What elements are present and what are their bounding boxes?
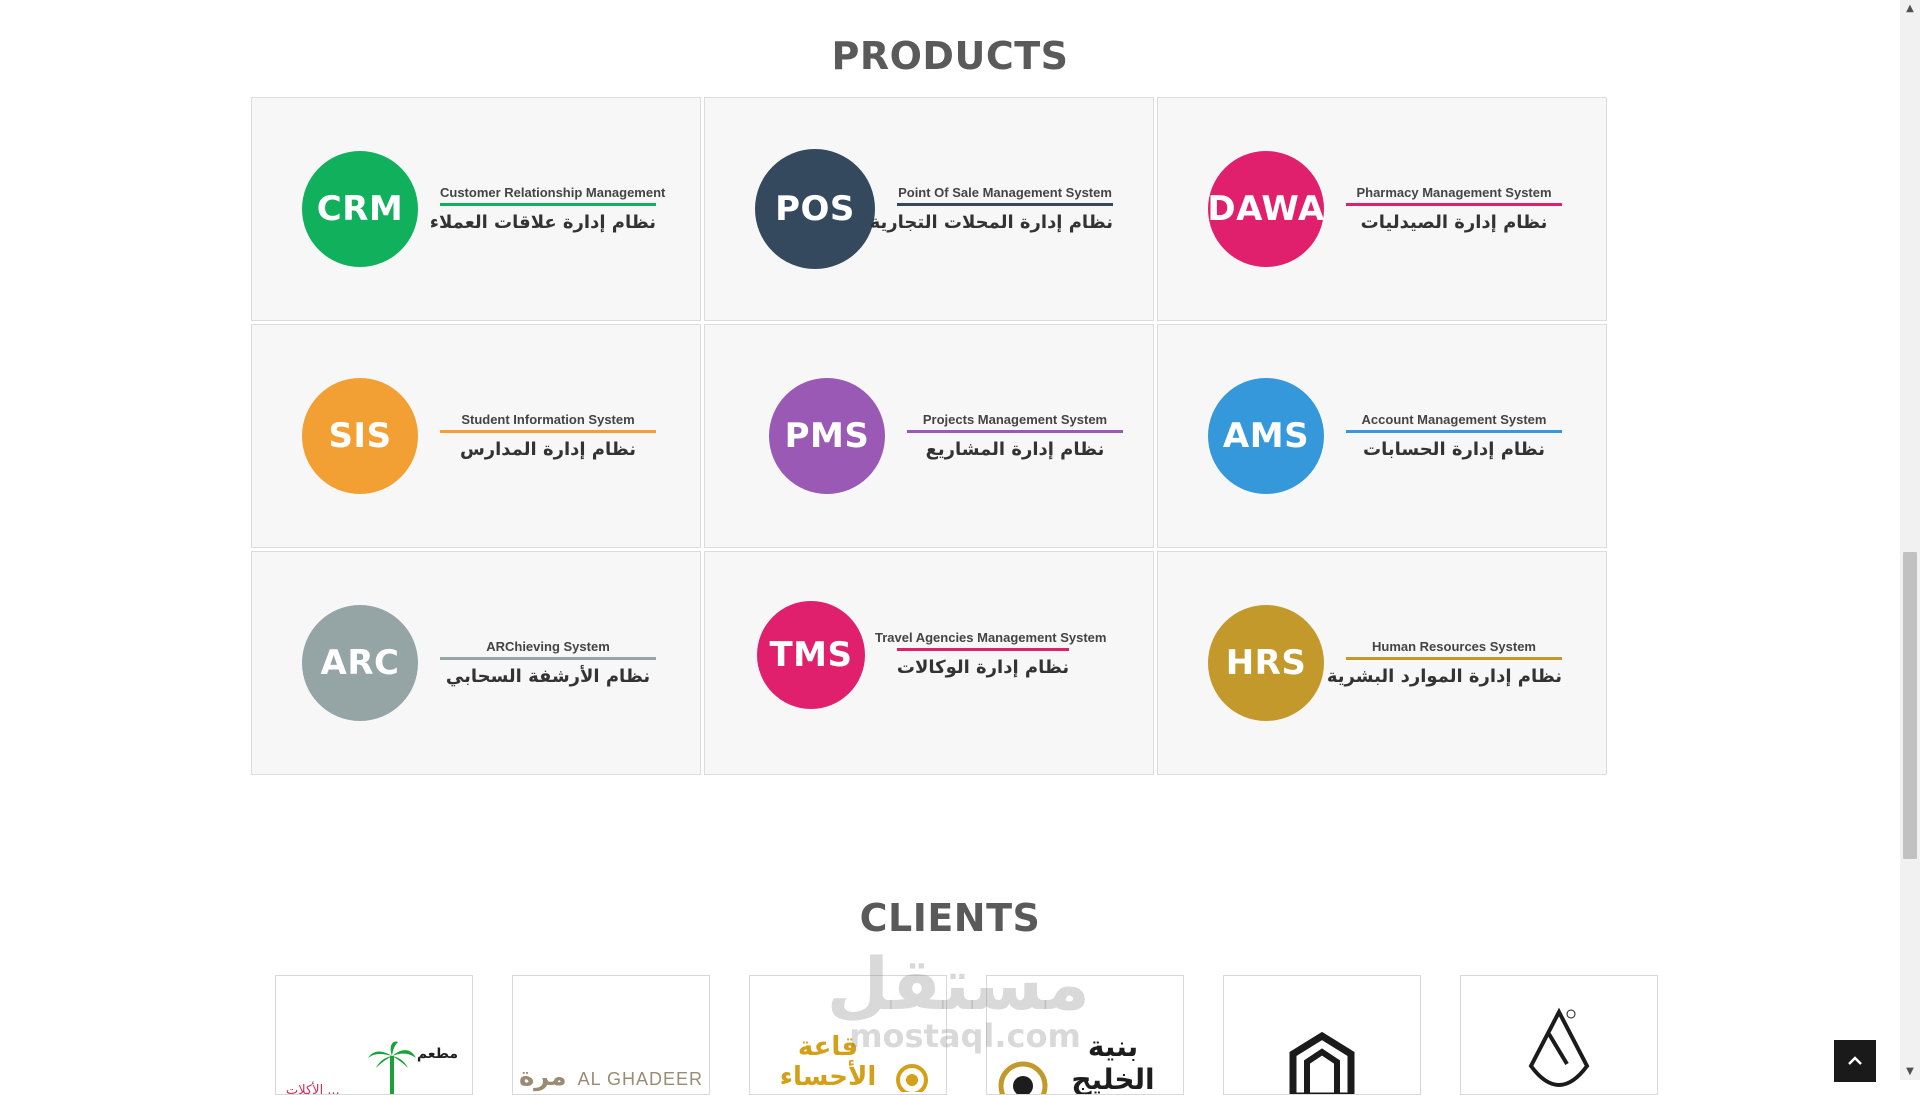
products-title: PRODUCTS xyxy=(831,34,1069,78)
product-card-ams[interactable]: AMS Account Management System نظام إدارة… xyxy=(1157,324,1607,548)
product-name-en: Student Information System xyxy=(461,412,635,427)
product-name-ar: نظام إدارة الوكالات xyxy=(896,657,1070,678)
product-name-ar: نظام إدارة الصيدليات xyxy=(1360,212,1548,233)
pos-logo-circle: POS xyxy=(755,149,875,269)
product-underline xyxy=(1346,203,1562,206)
palm-restaurant-logo: مطعم ... الأكلات xyxy=(276,1038,472,1095)
product-underline xyxy=(1346,657,1562,660)
al-ahsa-hall-name: قاعة الأحساء xyxy=(779,1032,877,1092)
product-card-arc[interactable]: ARC ARChieving System نظام الأرشفة السحا… xyxy=(251,551,701,775)
al-ghadeer-en: AL GHADEER xyxy=(577,1069,704,1089)
gulf-structure-logo: بنية الخليج xyxy=(987,1030,1183,1095)
sun-emblem-icon xyxy=(896,1064,928,1092)
product-labels: Account Management System نظام إدارة الح… xyxy=(1346,412,1562,460)
hrs-logo-circle: HRS xyxy=(1208,605,1324,721)
client-palm-restaurant[interactable]: مطعم ... الأكلات xyxy=(275,975,473,1095)
client-al-ghadeer[interactable]: مرة AL GHADEER xyxy=(512,975,710,1095)
product-labels: Pharmacy Management System نظام إدارة ال… xyxy=(1346,185,1562,233)
product-underline xyxy=(897,203,1113,206)
gulf-emblem-icon xyxy=(998,1061,1048,1094)
pharmacy-mortar-logo xyxy=(1461,1004,1657,1094)
product-name-ar: نظام الأرشفة السحابي xyxy=(445,666,651,687)
client-building-emblem[interactable] xyxy=(1223,975,1421,1095)
arc-logo-circle: ARC xyxy=(302,605,418,721)
product-underline xyxy=(896,648,1070,651)
back-to-top-button[interactable] xyxy=(1834,1040,1876,1082)
product-name-en: Travel Agencies Management System xyxy=(875,630,1107,645)
al-ghadeer-logo: مرة AL GHADEER xyxy=(513,1062,709,1092)
product-card-pos[interactable]: POS Point Of Sale Management System نظام… xyxy=(704,97,1154,321)
ams-logo-circle: AMS xyxy=(1208,378,1324,494)
product-name-en: Human Resources System xyxy=(1371,639,1536,654)
pms-logo-circle: PMS xyxy=(769,378,885,494)
crm-logo-circle: CRM xyxy=(302,151,418,267)
product-name-en: Projects Management System xyxy=(922,412,1108,427)
scroll-down-arrow-icon[interactable]: ▼ xyxy=(1900,1063,1920,1080)
al-ghadeer-ar-mark: مرة xyxy=(518,1062,567,1092)
scroll-up-arrow-icon[interactable]: ▲ xyxy=(1900,0,1920,17)
product-labels: Travel Agencies Management System نظام إ… xyxy=(875,630,1107,678)
product-labels: Projects Management System نظام إدارة ال… xyxy=(907,412,1123,460)
product-card-crm[interactable]: CRM Customer Relationship Management نظا… xyxy=(251,97,701,321)
product-underline xyxy=(440,203,656,206)
mortar-pestle-icon xyxy=(1528,1007,1590,1087)
clients-title: CLIENTS xyxy=(859,896,1041,940)
al-ahsa-hall-logo: قاعة الأحساء xyxy=(750,1032,946,1092)
clients-logos-row: مطعم ... الأكلات مرة AL GHADEER قاعة الأ… xyxy=(275,975,1675,1095)
building-emblem-logo xyxy=(1224,1031,1420,1094)
product-underline xyxy=(907,430,1123,433)
client-name-line1: مطعم xyxy=(416,1046,458,1062)
product-card-tms[interactable]: TMS Travel Agencies Management System نظ… xyxy=(704,551,1154,775)
product-name-ar: نظام إدارة المشاريع xyxy=(925,439,1105,460)
client-al-ahsa-hall[interactable]: قاعة الأحساء xyxy=(749,975,947,1095)
gulf-structure-name: بنية الخليج xyxy=(1071,1030,1155,1095)
product-card-dawa[interactable]: DAWA Pharmacy Management System نظام إدا… xyxy=(1157,97,1607,321)
scrollbar-thumb[interactable] xyxy=(1903,552,1917,859)
product-card-sis[interactable]: SIS Student Information System نظام إدار… xyxy=(251,324,701,548)
product-labels: Human Resources System نظام إدارة الموار… xyxy=(1326,639,1562,687)
product-labels: Customer Relationship Management نظام إد… xyxy=(429,185,666,233)
product-labels: ARChieving System نظام الأرشفة السحابي xyxy=(440,639,656,687)
product-name-en: Account Management System xyxy=(1361,412,1547,427)
product-labels: Student Information System نظام إدارة ال… xyxy=(440,412,656,460)
products-grid: CRM Customer Relationship Management نظا… xyxy=(251,97,1607,775)
product-name-en: ARChieving System xyxy=(486,639,610,654)
product-name-en: Point Of Sale Management System xyxy=(898,185,1112,200)
sis-logo-circle: SIS xyxy=(302,378,418,494)
client-gulf-structure[interactable]: بنية الخليج xyxy=(986,975,1184,1095)
chevron-up-icon xyxy=(1848,1056,1862,1065)
product-name-ar: نظام إدارة المحلات التجارية xyxy=(869,212,1113,233)
product-card-pms[interactable]: PMS Projects Management System نظام إدار… xyxy=(704,324,1154,548)
dawa-logo-circle: DAWA xyxy=(1207,151,1324,267)
product-name-ar: نظام إدارة علاقات العملاء xyxy=(429,212,656,233)
client-name-line2: ... الأكلات xyxy=(286,1083,340,1095)
product-underline xyxy=(1346,430,1562,433)
product-underline xyxy=(440,430,656,433)
building-emblem-icon xyxy=(1289,1031,1355,1094)
product-name-ar: نظام إدارة المدارس xyxy=(459,439,637,460)
tms-logo-circle: TMS xyxy=(757,601,865,709)
product-labels: Point Of Sale Management System نظام إدا… xyxy=(869,185,1113,233)
product-name-en: Customer Relationship Management xyxy=(440,185,666,200)
vertical-scrollbar[interactable]: ▲ ▼ xyxy=(1900,0,1920,1080)
product-card-hrs[interactable]: HRS Human Resources System نظام إدارة ال… xyxy=(1157,551,1607,775)
product-underline xyxy=(440,657,656,660)
client-pharmacy-mortar[interactable] xyxy=(1460,975,1658,1095)
product-name-en: Pharmacy Management System xyxy=(1356,185,1552,200)
product-name-ar: نظام إدارة الحسابات xyxy=(1363,439,1545,460)
product-name-ar: نظام إدارة الموارد البشرية xyxy=(1326,666,1562,687)
